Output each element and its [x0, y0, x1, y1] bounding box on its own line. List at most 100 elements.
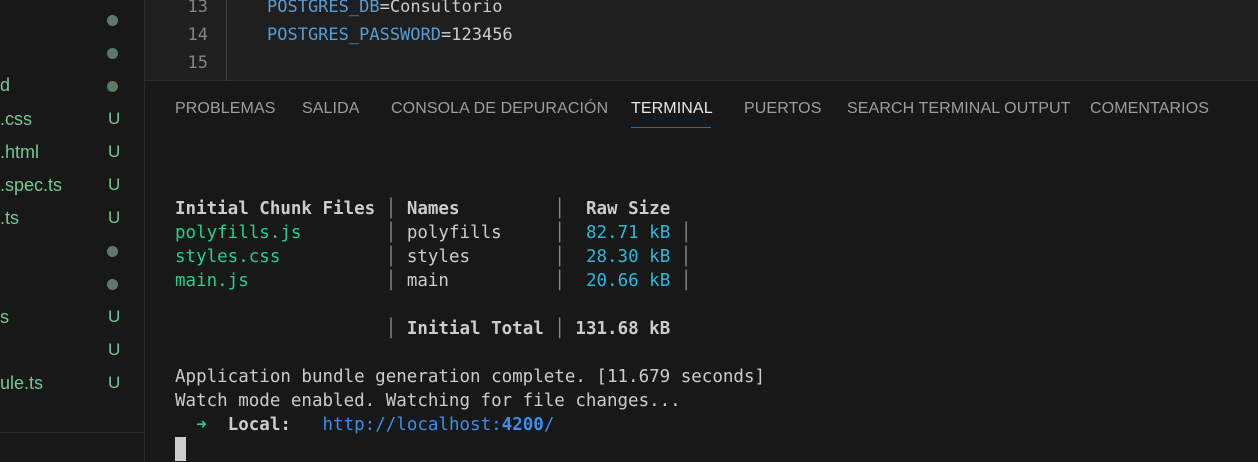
separator: │ — [554, 271, 565, 291]
separator: │ — [554, 247, 565, 267]
file-item[interactable] — [0, 35, 144, 68]
file-item[interactable]: d — [0, 68, 144, 101]
table-row: main.js │ main │ 20.66 kB │ — [175, 271, 691, 295]
line-number: 14 — [187, 25, 208, 45]
separator: │ — [385, 199, 397, 219]
chunk-file: polyfills.js — [175, 223, 302, 243]
explorer-sidebar: d .css U .html U .spec.ts U .ts U s U U … — [0, 0, 145, 462]
table-row: polyfills.js │ polyfills │ 82.71 kB │ — [175, 223, 691, 247]
untracked-badge: U — [108, 175, 121, 194]
chunk-file: styles.css — [175, 247, 281, 267]
table-header: Initial Chunk Files │ Names │ Raw Size — [175, 199, 670, 223]
untracked-badge: U — [108, 208, 121, 227]
separator: │ — [680, 247, 692, 267]
line-number: 15 — [187, 53, 208, 73]
url-prefix: http://localhost: — [322, 415, 502, 435]
url-suffix: / — [543, 415, 555, 435]
code-text: POSTGRES_PASSWORD=123456 — [267, 25, 513, 45]
col-names-header: Names — [406, 199, 460, 219]
active-tab-indicator — [631, 127, 711, 128]
code-line[interactable]: 13 POSTGRES_DB=Consultorio — [145, 0, 1258, 25]
complete-message: Application bundle generation complete. … — [175, 367, 766, 387]
separator: │ — [385, 247, 397, 267]
file-name: .css — [0, 109, 33, 129]
untracked-badge: U — [108, 373, 121, 392]
separator: │ — [680, 223, 692, 243]
file-item[interactable]: .css U — [0, 102, 144, 135]
modified-dot-icon — [107, 279, 118, 290]
chunk-file: main.js — [175, 271, 249, 291]
separator: │ — [554, 199, 565, 219]
file-item[interactable]: .ts U — [0, 201, 144, 234]
divider — [0, 432, 144, 433]
chunk-name: styles — [406, 247, 471, 267]
file-item[interactable] — [0, 266, 144, 299]
local-label: Local: — [227, 415, 291, 435]
separator: │ — [554, 223, 565, 243]
tab-problems[interactable]: PROBLEMAS — [175, 100, 276, 118]
file-item[interactable] — [0, 2, 144, 35]
tab-ports[interactable]: PUERTOS — [744, 100, 821, 118]
untracked-badge: U — [108, 142, 121, 161]
terminal-cursor — [175, 437, 186, 461]
code-line[interactable]: 14 POSTGRES_PASSWORD=123456 — [145, 25, 1258, 53]
watch-message: Watch mode enabled. Watching for file ch… — [175, 391, 681, 411]
modified-dot-icon — [107, 48, 118, 59]
file-name: ule.ts — [0, 373, 44, 393]
env-value: 123456 — [451, 25, 513, 45]
total-label: Initial Total — [406, 319, 544, 339]
bottom-panel: PROBLEMAS SALIDA CONSOLA DE DEPURACIÓN T… — [145, 81, 1258, 462]
tab-comments[interactable]: COMENTARIOS — [1090, 100, 1209, 118]
file-name: d — [0, 75, 11, 95]
tab-search-terminal-output[interactable]: SEARCH TERMINAL OUTPUT — [847, 100, 1071, 118]
file-item[interactable]: .spec.ts U — [0, 168, 144, 201]
separator: │ — [554, 319, 565, 339]
separator: │ — [680, 271, 692, 291]
file-item[interactable]: .html U — [0, 135, 144, 168]
untracked-badge: U — [108, 340, 121, 359]
tab-output[interactable]: SALIDA — [302, 100, 360, 118]
modified-dot-icon — [107, 15, 118, 26]
chunk-name: main — [406, 271, 449, 291]
total-row: │ Initial Total │ 131.68 kB — [175, 319, 671, 343]
separator: │ — [385, 271, 397, 291]
file-name: s — [0, 307, 9, 327]
chunk-size: 82.71 kB — [585, 223, 671, 243]
separator: │ — [385, 223, 397, 243]
file-name: .html — [0, 142, 40, 162]
file-item[interactable]: U — [0, 333, 144, 366]
line-number: 13 — [187, 0, 208, 17]
modified-dot-icon — [107, 81, 118, 92]
equals-sign: = — [441, 25, 452, 45]
tab-terminal[interactable]: TERMINAL — [631, 100, 713, 118]
local-url-link[interactable]: http://localhost:4200/ — [323, 415, 555, 435]
file-item[interactable]: s U — [0, 300, 144, 333]
chunk-size: 20.66 kB — [585, 271, 671, 291]
code-text: POSTGRES_DB=Consultorio — [267, 0, 502, 17]
chunk-size: 28.30 kB — [585, 247, 671, 267]
chunk-name: polyfills — [406, 223, 502, 243]
col-raw-header: Raw Size — [585, 199, 671, 219]
file-item[interactable] — [0, 233, 144, 266]
env-key: POSTGRES_DB — [267, 0, 380, 17]
panel-tabs: PROBLEMAS SALIDA CONSOLA DE DEPURACIÓN T… — [145, 81, 1258, 131]
code-line[interactable]: 15 — [145, 53, 1258, 81]
terminal-output[interactable]: Initial Chunk Files │ Names │ Raw Size p… — [175, 199, 1255, 462]
code-editor[interactable]: 13 POSTGRES_DB=Consultorio 14 POSTGRES_P… — [145, 0, 1258, 81]
file-item[interactable]: ule.ts U — [0, 366, 144, 399]
local-url-line: ➜ Local: http://localhost:4200/ — [175, 415, 554, 439]
env-value: Consultorio — [389, 0, 503, 17]
total-size: 131.68 kB — [575, 319, 671, 339]
url-port: 4200 — [501, 415, 544, 435]
arrow-icon: ➜ — [196, 415, 207, 435]
file-name: .spec.ts — [0, 175, 63, 195]
separator: │ — [385, 319, 397, 339]
table-row: styles.css │ styles │ 28.30 kB │ — [175, 247, 691, 271]
col-files-header: Initial Chunk Files — [175, 199, 376, 219]
file-name: .ts — [0, 208, 20, 228]
tab-debug-console[interactable]: CONSOLA DE DEPURACIÓN — [391, 100, 608, 118]
modified-dot-icon — [107, 246, 118, 257]
untracked-badge: U — [108, 307, 121, 326]
equals-sign: = — [379, 0, 390, 17]
env-key: POSTGRES_PASSWORD — [267, 25, 441, 45]
